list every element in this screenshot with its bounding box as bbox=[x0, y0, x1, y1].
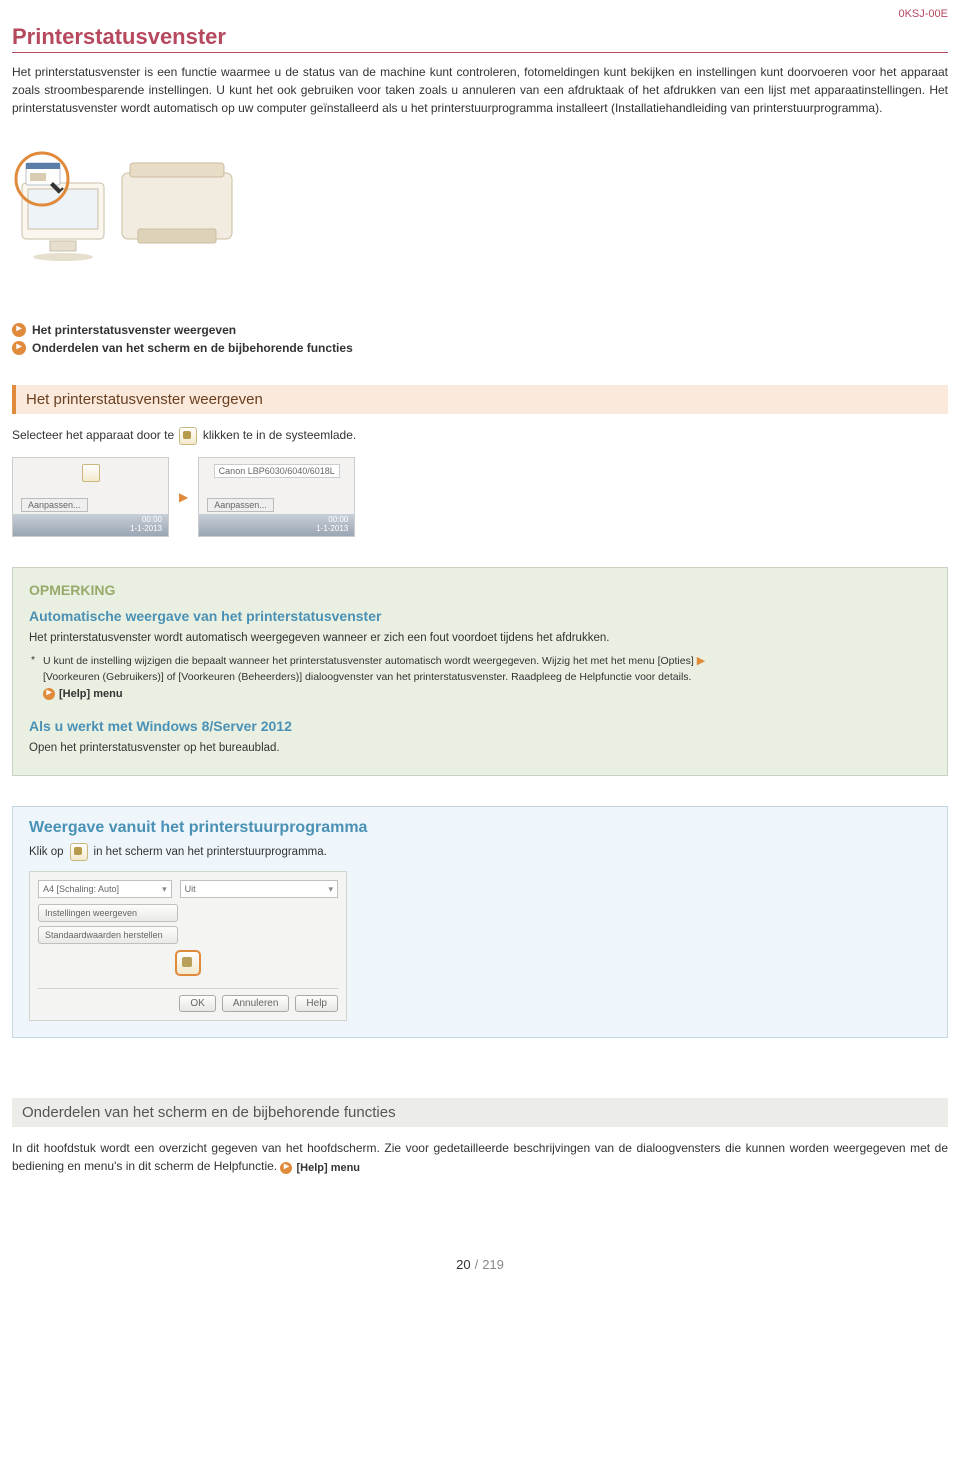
toc-item-1[interactable]: Het printerstatusvenster weergeven bbox=[12, 323, 948, 337]
toc-item-label: Het printerstatusvenster weergeven bbox=[32, 323, 236, 337]
toc-item-label: Onderdelen van het scherm en de bijbehor… bbox=[32, 341, 353, 355]
hero-illustration bbox=[12, 133, 948, 293]
note-paragraph-1: Het printerstatusvenster wordt automatis… bbox=[29, 630, 931, 647]
tray-clock: 00:00 1-1-2013 bbox=[130, 516, 162, 534]
note-footnote: U kunt de instelling wijzigen die bepaal… bbox=[29, 653, 931, 702]
customize-button: Aanpassen... bbox=[207, 498, 274, 512]
note-label: OPMERKING bbox=[29, 582, 931, 598]
systray-shot-1: Aanpassen... 00:00 1-1-2013 bbox=[12, 457, 169, 537]
note-paragraph-2: Open het printerstatusvenster op het bur… bbox=[29, 740, 931, 757]
doc-code: 0KSJ-00E bbox=[12, 8, 948, 20]
show-settings-button: Instellingen weergeven bbox=[38, 904, 178, 922]
arrow-bullet-icon bbox=[280, 1162, 292, 1174]
cancel-button: Annuleren bbox=[222, 995, 290, 1012]
section-header-display: Het printerstatusvenster weergeven bbox=[12, 385, 948, 414]
page-title: Printerstatusvenster bbox=[12, 24, 948, 53]
tray-printer-icon bbox=[82, 464, 100, 482]
arrow-bullet-icon bbox=[12, 341, 26, 355]
arrow-bullet-icon bbox=[43, 688, 55, 700]
arrow-right-icon: ▶ bbox=[697, 655, 705, 667]
toc: Het printerstatusvenster weergeven Onder… bbox=[12, 323, 948, 355]
callout-heading: Weergave vanuit het printerstuurprogramm… bbox=[29, 819, 931, 837]
help-menu-link[interactable]: [Help] menu bbox=[280, 1160, 360, 1177]
toc-item-2[interactable]: Onderdelen van het scherm en de bijbehor… bbox=[12, 341, 948, 355]
driver-status-icon bbox=[70, 843, 88, 861]
driver-dialog-screenshot: A4 [Schaling: Auto] Uit Instellingen wee… bbox=[29, 871, 347, 1021]
tray-tooltip: Canon LBP6030/6040/6018L bbox=[214, 464, 340, 478]
section2-paragraph: In dit hoofdstuk wordt een overzicht geg… bbox=[12, 1139, 948, 1176]
note-heading-1: Automatische weergave van het printersta… bbox=[29, 608, 931, 624]
status-window-icon bbox=[175, 950, 201, 976]
systray-screenshots: Aanpassen... 00:00 1-1-2013 ▶ Canon LBP6… bbox=[12, 457, 948, 537]
systray-shot-2: Canon LBP6030/6040/6018L Aanpassen... 00… bbox=[198, 457, 355, 537]
customize-button: Aanpassen... bbox=[21, 498, 88, 512]
note-box: OPMERKING Automatische weergave van het … bbox=[12, 567, 948, 777]
arrow-right-icon: ▶ bbox=[179, 490, 188, 504]
ok-button: OK bbox=[179, 995, 215, 1012]
tray-clock: 00:00 1-1-2013 bbox=[316, 516, 348, 534]
help-menu-link[interactable]: [Help] menu bbox=[43, 686, 123, 703]
section1-instruction: Selecteer het apparaat door te klikken t… bbox=[12, 426, 948, 445]
page-size-select: A4 [Schaling: Auto] bbox=[38, 880, 172, 898]
intro-paragraph: Het printerstatusvenster is een functie … bbox=[12, 63, 948, 117]
note-heading-2: Als u werkt met Windows 8/Server 2012 bbox=[29, 718, 931, 734]
help-button: Help bbox=[295, 995, 338, 1012]
callout-box: Weergave vanuit het printerstuurprogramm… bbox=[12, 806, 948, 1038]
tray-printer-icon bbox=[179, 427, 197, 445]
callout-text: Klik op in het scherm van het printerstu… bbox=[29, 843, 931, 861]
restore-defaults-button: Standaardwaarden herstellen bbox=[38, 926, 178, 944]
arrow-bullet-icon bbox=[12, 323, 26, 337]
section-header-parts: Onderdelen van het scherm en de bijbehor… bbox=[12, 1098, 948, 1127]
page-number: 20/219 bbox=[12, 1257, 948, 1272]
option-select: Uit bbox=[180, 880, 338, 898]
